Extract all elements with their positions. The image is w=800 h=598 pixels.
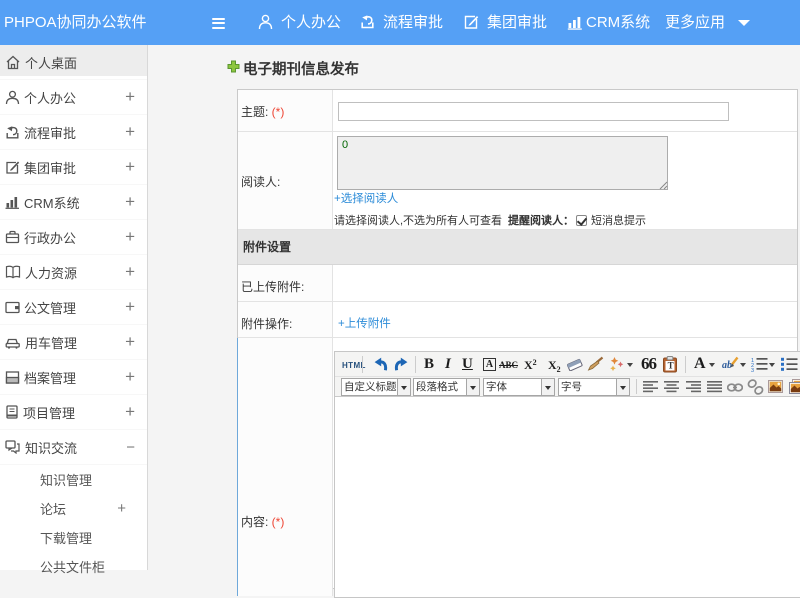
svg-text:ab: ab (722, 360, 732, 371)
svg-text:T: T (668, 361, 674, 371)
svg-text:3: 3 (751, 368, 754, 372)
